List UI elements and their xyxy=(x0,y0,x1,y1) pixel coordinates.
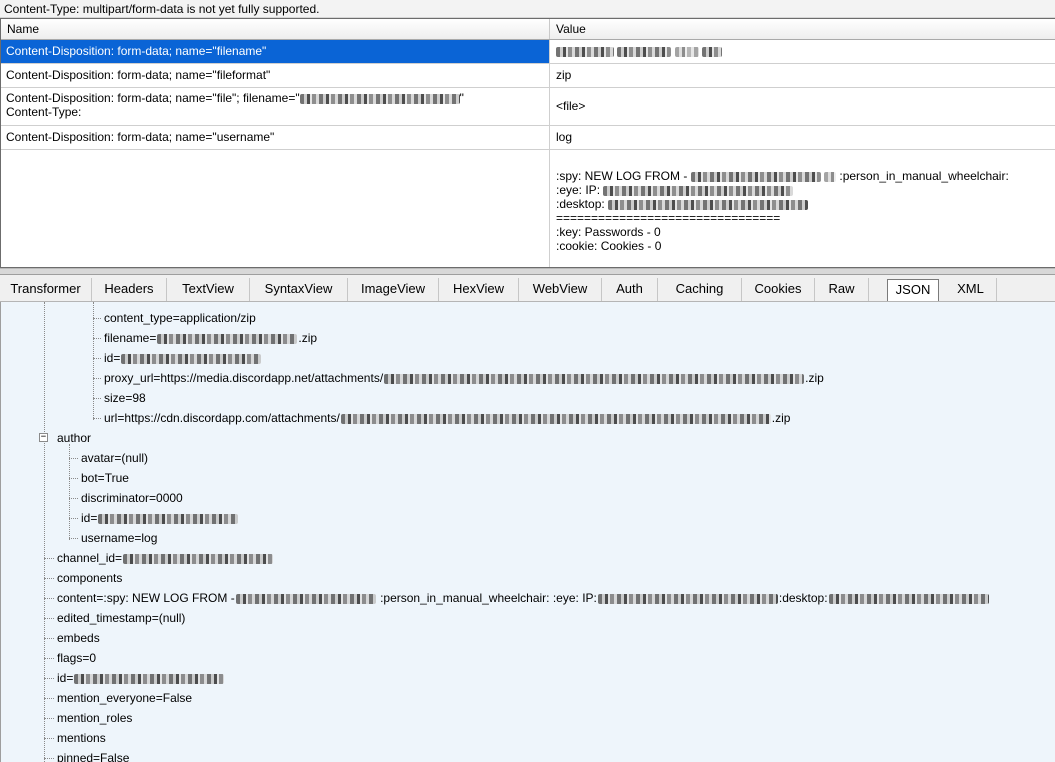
inspector-tab-bar: Transformer Headers TextView SyntaxView … xyxy=(0,275,1055,302)
log-line-separator: ================================ xyxy=(556,211,781,225)
tree-node[interactable]: content_type=application/zip xyxy=(104,308,256,328)
redacted-text xyxy=(702,46,723,57)
row-name: Content-Disposition: form-data; name="fi… xyxy=(1,64,550,87)
tree-node[interactable]: channel_id= xyxy=(57,548,274,568)
redacted-text xyxy=(597,593,778,604)
tree-node[interactable]: username=log xyxy=(81,528,157,548)
redacted-text xyxy=(690,171,821,182)
redacted-text xyxy=(235,593,376,604)
tree-node[interactable]: discriminator=0000 xyxy=(81,488,183,508)
redacted-text xyxy=(384,373,805,384)
redacted-text xyxy=(123,553,274,564)
tree-node[interactable]: components xyxy=(57,568,122,588)
tree-node[interactable]: proxy_url=https://media.discordapp.net/a… xyxy=(104,368,824,388)
tab-hexview[interactable]: HexView xyxy=(439,278,519,301)
tab-syntaxview[interactable]: SyntaxView xyxy=(250,278,348,301)
row-value: <file> xyxy=(556,99,586,113)
log-line-desktop: :desktop: xyxy=(556,197,609,211)
redacted-text xyxy=(556,46,614,57)
json-tree-view: content_type=application/zip filename= .z… xyxy=(0,302,1055,762)
redacted-text xyxy=(340,413,771,424)
tree-node[interactable]: embeds xyxy=(57,628,100,648)
redacted-text xyxy=(608,199,809,210)
redacted-text xyxy=(74,673,225,684)
tree-node[interactable]: size=98 xyxy=(104,388,146,408)
log-line-cookies: :cookie: Cookies - 0 xyxy=(556,239,662,253)
multipart-table: Name Value Content-Disposition: form-dat… xyxy=(0,18,1055,268)
row-name: Content-Disposition: form-data; name="us… xyxy=(1,126,550,149)
log-line-passwords: :key: Passwords - 0 xyxy=(556,225,661,239)
tree-node[interactable]: pinned=False xyxy=(57,748,129,762)
log-line-spy-suffix: :person_in_manual_wheelchair: xyxy=(839,169,1009,183)
tree-node[interactable]: mentions xyxy=(57,728,106,748)
tree-node[interactable]: url=https://cdn.discordapp.com/attachmen… xyxy=(104,408,790,428)
tab-transformer[interactable]: Transformer xyxy=(0,278,92,301)
tab-imageview[interactable]: ImageView xyxy=(348,278,439,301)
table-row[interactable]: Content-Disposition: form-data; name="fi… xyxy=(1,88,1055,126)
log-line-spy: :spy: NEW LOG FROM - xyxy=(556,169,691,183)
row-value xyxy=(550,40,1055,63)
redacted-text xyxy=(121,353,262,364)
redacted-text xyxy=(157,333,298,344)
tree-node[interactable]: flags=0 xyxy=(57,648,96,668)
redacted-text xyxy=(617,46,672,57)
column-header-name[interactable]: Name xyxy=(1,19,550,39)
tree-guide-line xyxy=(93,302,94,420)
tab-raw[interactable]: Raw xyxy=(815,278,869,301)
tab-auth[interactable]: Auth xyxy=(602,278,658,301)
tree-node[interactable]: id= xyxy=(104,348,262,368)
redacted-text xyxy=(299,93,460,104)
tree-node[interactable]: edited_timestamp=(null) xyxy=(57,608,185,628)
tab-caching[interactable]: Caching xyxy=(658,278,742,301)
table-row[interactable]: :spy: NEW LOG FROM - :person_in_manual_w… xyxy=(1,150,1055,267)
tree-node[interactable]: content=:spy: NEW LOG FROM - :person_in_… xyxy=(57,588,990,608)
tab-cookies[interactable]: Cookies xyxy=(742,278,815,301)
tree-node[interactable]: mention_roles xyxy=(57,708,132,728)
tree-node[interactable]: id= xyxy=(57,668,225,688)
row-name xyxy=(1,150,550,267)
table-row[interactable]: Content-Disposition: form-data; name="us… xyxy=(1,126,1055,150)
table-header: Name Value xyxy=(1,19,1055,40)
row-value: :spy: NEW LOG FROM - :person_in_manual_w… xyxy=(550,150,1055,267)
redacted-text xyxy=(98,513,239,524)
redacted-text xyxy=(824,171,837,182)
redacted-text xyxy=(828,593,989,604)
collapse-toggle-icon[interactable]: − xyxy=(39,433,48,442)
log-line-eye: :eye: IP: xyxy=(556,183,604,197)
tree-guide-line xyxy=(44,302,45,762)
redacted-text xyxy=(674,46,699,57)
tree-node[interactable]: mention_everyone=False xyxy=(57,688,192,708)
tab-xml[interactable]: XML xyxy=(945,278,997,301)
tree-node[interactable]: id= xyxy=(81,508,239,528)
tab-headers[interactable]: Headers xyxy=(92,278,167,301)
row-name: Content-Disposition: form-data; name="fi… xyxy=(1,40,550,63)
row-name-line: Content-Type: xyxy=(6,105,82,119)
row-name: Content-Disposition: form-data; name="fi… xyxy=(1,88,550,125)
pane-splitter[interactable] xyxy=(0,268,1055,275)
tree-node[interactable]: bot=True xyxy=(81,468,129,488)
row-value: log xyxy=(556,130,573,144)
table-row[interactable]: Content-Disposition: form-data; name="fi… xyxy=(1,40,1055,64)
table-row[interactable]: Content-Disposition: form-data; name="fi… xyxy=(1,64,1055,88)
unsupported-content-notice: Content-Type: multipart/form-data is not… xyxy=(0,0,1055,18)
tree-node[interactable]: filename= .zip xyxy=(104,328,317,348)
redacted-text xyxy=(603,185,794,196)
tab-textview[interactable]: TextView xyxy=(167,278,250,301)
tree-node[interactable]: avatar=(null) xyxy=(81,448,148,468)
column-header-value[interactable]: Value xyxy=(550,19,1055,39)
tab-webview[interactable]: WebView xyxy=(519,278,602,301)
row-value: zip xyxy=(556,68,572,82)
row-name-line: Content-Disposition: form-data; name="fi… xyxy=(6,91,300,105)
tree-node-author[interactable]: author xyxy=(57,428,91,448)
tab-json[interactable]: JSON xyxy=(887,279,939,301)
